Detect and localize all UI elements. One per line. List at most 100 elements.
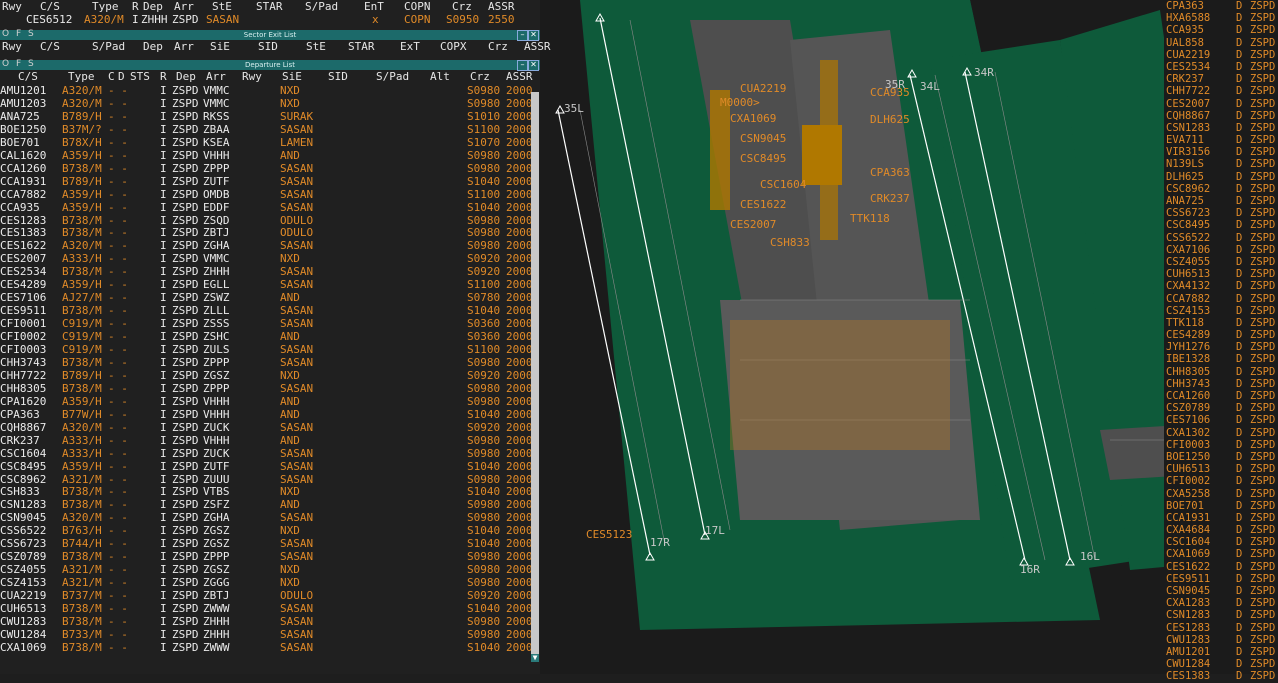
col-header-rwy[interactable]: Rwy	[2, 0, 22, 13]
arrival-list-row[interactable]: CHH8305 D ZSPD	[1164, 366, 1278, 378]
callsign-cell[interactable]: CSZ0789	[0, 550, 46, 563]
callsign-cell[interactable]: CES4289	[0, 278, 46, 291]
callsign-cell[interactable]: CES2007	[0, 252, 46, 265]
arrival-list-row[interactable]: JYH1276 D ZSPD	[1164, 341, 1278, 353]
departure-row[interactable]: CHH3743 B738/M - - I ZSPD ZPPP SASAN S0980 2000	[0, 356, 540, 369]
callsign-cell[interactable]: CXA1283	[1166, 597, 1210, 609]
col-header-ste[interactable]: StE	[306, 40, 326, 54]
callsign-cell[interactable]: CES7106	[1166, 414, 1210, 426]
arrival-list-row[interactable]: CSZ0789 D ZSPD	[1164, 402, 1278, 414]
callsign-cell[interactable]: CUH6513	[1166, 268, 1210, 280]
departure-row[interactable]: CWU1283 B738/M - - I ZSPD ZHHH SASAN S0980 2000	[0, 615, 540, 628]
callsign-cell[interactable]: CCA935	[0, 201, 40, 214]
callsign-cell[interactable]: DLH625	[1166, 171, 1204, 183]
map-aircraft-label[interactable]: CUA2219	[740, 82, 786, 95]
callsign-cell[interactable]: CES2534	[0, 265, 46, 278]
arrival-list-row[interactable]: CWU1283 D ZSPD	[1164, 634, 1278, 646]
callsign-cell[interactable]: CES2007	[1166, 98, 1210, 110]
callsign-cell[interactable]: CES1283	[1166, 622, 1210, 634]
departure-row[interactable]: CFI0003 C919/M - - I ZSPD ZULS SASAN S1100 2000	[0, 343, 540, 356]
map-aircraft-label[interactable]: CCA935	[870, 86, 910, 99]
departure-row[interactable]: AMU1201 A320/M - - I ZSPD VMMC NXD S0980 2000	[0, 84, 540, 97]
callsign-cell[interactable]: UAL858	[1166, 37, 1204, 49]
callsign-cell[interactable]: CCA1931	[1166, 512, 1210, 524]
col-header-type[interactable]: Type	[68, 70, 95, 84]
col-header-dep[interactable]: Dep	[176, 70, 196, 84]
callsign-cell[interactable]: CSS6723	[0, 537, 46, 550]
departure-row[interactable]: CQH8867 A320/M - - I ZSPD ZUCK SASAN S0920 2000	[0, 421, 540, 434]
map-aircraft-label[interactable]: CSN9045	[740, 132, 786, 145]
arrival-list-row[interactable]: CSN1283 D ZSPD	[1164, 122, 1278, 134]
arrival-list-row[interactable]: CUA2219 D ZSPD	[1164, 49, 1278, 61]
arrival-list-row[interactable]: CFI0003 D ZSPD	[1164, 439, 1278, 451]
departure-row[interactable]: CES1383 B738/M - - I ZSPD ZBTJ ODULO S0980 2000	[0, 226, 540, 239]
col-header-r[interactable]: R	[160, 70, 167, 84]
callsign-cell[interactable]: CUA2219	[0, 589, 46, 602]
ofs-flags[interactable]: O F S	[2, 59, 36, 69]
col-header-c[interactable]: C	[108, 70, 115, 84]
arrival-list-row[interactable]: IBE1328 D ZSPD	[1164, 353, 1278, 365]
departure-row[interactable]: CSC1604 A333/H - - I ZSPD ZUCK SASAN S0980 2000	[0, 447, 540, 460]
col-header-ste[interactable]: StE	[212, 0, 232, 13]
departure-row[interactable]: CSN1283 B738/M - - I ZSPD ZSFZ AND S0980 2000	[0, 498, 540, 511]
callsign-cell[interactable]: CSN1283	[1166, 122, 1210, 134]
departure-row[interactable]: CFI0001 C919/M - - I ZSPD ZSSS SASAN S0360 2000	[0, 317, 540, 330]
arrival-list-row[interactable]: UAL858 D ZSPD	[1164, 37, 1278, 49]
callsign-cell[interactable]: CHH8305	[0, 382, 46, 395]
departure-row[interactable]: CSH833 B738/M - - I ZSPD VTBS NXD S1040 2000	[0, 485, 540, 498]
callsign-cell[interactable]: CCA935	[1166, 24, 1204, 36]
col-header-sid[interactable]: SID	[258, 40, 278, 54]
callsign-cell[interactable]: CSN9045	[0, 511, 46, 524]
departure-row[interactable]: BOE701 B78X/H - - I ZSPD KSEA LAMEN S1070 2000	[0, 136, 540, 149]
callsign-cell[interactable]: ANA725	[0, 110, 40, 123]
callsign-cell[interactable]: CCA7882	[1166, 293, 1210, 305]
arrival-list-row[interactable]: CSN9045 D ZSPD	[1164, 585, 1278, 597]
col-header-dep[interactable]: Dep	[143, 40, 163, 54]
departure-row[interactable]: CWU1284 B733/M - - I ZSPD ZHHH SASAN S0980 2000	[0, 628, 540, 641]
callsign-cell[interactable]: CES2534	[1166, 61, 1210, 73]
callsign-cell[interactable]: JYH1276	[1166, 341, 1210, 353]
arrival-list-row[interactable]: CES7106 D ZSPD	[1164, 414, 1278, 426]
callsign-cell[interactable]: BOE1250	[0, 123, 46, 136]
col-header-arr[interactable]: Arr	[206, 70, 226, 84]
callsign-cell[interactable]: CWU1283	[0, 615, 46, 628]
callsign-cell[interactable]: CXA4684	[1166, 524, 1210, 536]
callsign-cell[interactable]: CFI0003	[1166, 439, 1210, 451]
callsign-cell[interactable]: AMU1203	[0, 97, 46, 110]
departure-row[interactable]: CCA7882 A359/H - - I ZSPD OMDB SASAN S1100 2000	[0, 188, 540, 201]
arrival-list-row[interactable]: CQH8867 D ZSPD	[1164, 110, 1278, 122]
arrival-list-row[interactable]: CRK237 D ZSPD	[1164, 73, 1278, 85]
col-header-spad[interactable]: S/Pad	[305, 0, 338, 13]
callsign-cell[interactable]: CXA5258	[1166, 488, 1210, 500]
arrival-list-row[interactable]: CES1383 D ZSPD	[1164, 670, 1278, 682]
departure-row[interactable]: CES1622 A320/M - - I ZSPD ZGHA SASAN S0980 2000	[0, 239, 540, 252]
callsign-cell[interactable]: CXA1302	[1166, 427, 1210, 439]
departure-row[interactable]: CPA363 B77W/H - - I ZSPD VHHH AND S1040 2000	[0, 408, 540, 421]
departure-row[interactable]: CES9511 B738/M - - I ZSPD ZLLL SASAN S1040 2000	[0, 304, 540, 317]
callsign-cell[interactable]: CQH8867	[1166, 110, 1210, 122]
callsign-cell[interactable]: CSC8962	[0, 473, 46, 486]
callsign-cell[interactable]: CHH3743	[1166, 378, 1210, 390]
arrival-list-row[interactable]: EVA711 D ZSPD	[1164, 134, 1278, 146]
callsign-cell[interactable]: CSS6522	[1166, 232, 1210, 244]
callsign-cell[interactable]: CSZ4153	[1166, 305, 1210, 317]
arrival-list-row[interactable]: CPA363 D ZSPD	[1164, 0, 1278, 12]
map-aircraft-label[interactable]: CES5123	[586, 528, 632, 541]
callsign-cell[interactable]: CRK237	[0, 434, 40, 447]
arrival-list-row[interactable]: AMU1201 D ZSPD	[1164, 646, 1278, 658]
departure-list-titlebar[interactable]: O F S Departure List – ✕	[0, 59, 540, 71]
callsign-cell[interactable]: CES1383	[1166, 670, 1210, 682]
arrival-list-row[interactable]: CUH6513 D ZSPD	[1164, 268, 1278, 280]
callsign-cell[interactable]: AMU1201	[1166, 646, 1210, 658]
col-header-type[interactable]: Type	[92, 0, 119, 13]
callsign-cell[interactable]: CXA7106	[1166, 244, 1210, 256]
col-header-cs[interactable]: C/S	[40, 0, 60, 13]
col-header-spad[interactable]: S/Pad	[92, 40, 125, 54]
arrival-list-row[interactable]: CES2534 D ZSPD	[1164, 61, 1278, 73]
arrival-list-row[interactable]: CWU1284 D ZSPD	[1164, 658, 1278, 670]
callsign-cell[interactable]: CAL1620	[0, 149, 46, 162]
map-aircraft-label[interactable]: TTK118	[850, 212, 890, 225]
callsign-cell[interactable]: CES1283	[0, 214, 46, 227]
col-header-cs[interactable]: C/S	[18, 70, 38, 84]
arrival-list-row[interactable]: HXA6588 D ZSPD	[1164, 12, 1278, 24]
